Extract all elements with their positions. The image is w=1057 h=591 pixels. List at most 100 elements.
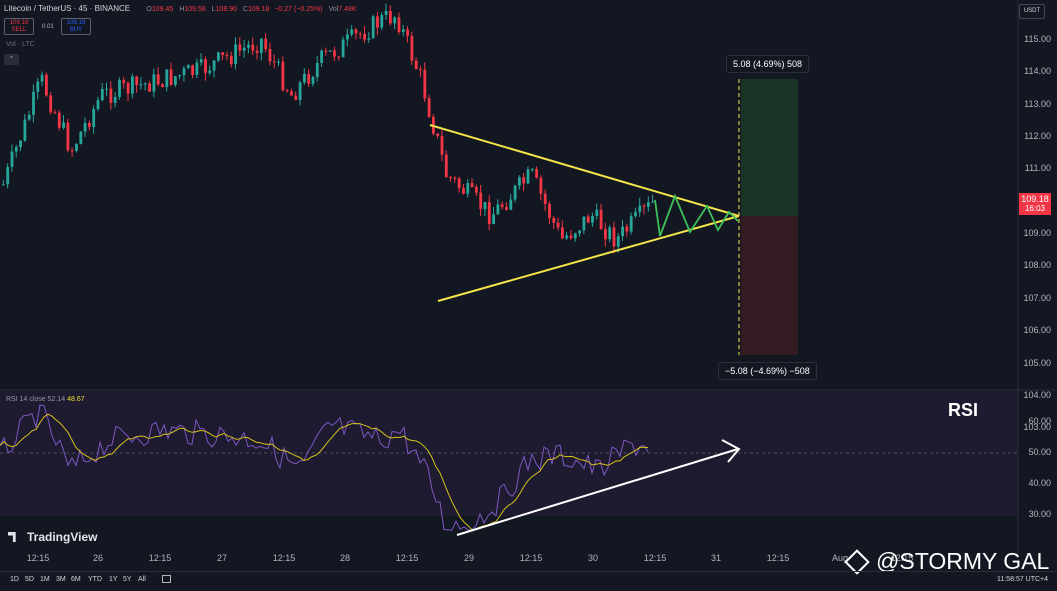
- candle-body: [2, 184, 5, 186]
- candle-body: [526, 169, 530, 184]
- candle-body: [169, 69, 173, 85]
- candle-body: [66, 122, 70, 151]
- clock: 11:58:57 UTC+4: [997, 576, 1049, 583]
- candle-body: [363, 33, 366, 40]
- price-tick: 114.00: [1024, 66, 1051, 77]
- tradingview-logo[interactable]: TradingView: [8, 530, 97, 544]
- candle-body: [88, 122, 91, 128]
- price-tick: 115.00: [1024, 34, 1051, 44]
- candle-body: [126, 83, 130, 94]
- candle-body: [604, 229, 607, 240]
- candle-body: [96, 100, 100, 110]
- candle-body: [268, 49, 272, 62]
- range-button[interactable]: 1D: [10, 576, 19, 583]
- candle-body: [14, 147, 18, 152]
- range-button[interactable]: 1Y: [109, 576, 118, 583]
- candle-body: [487, 201, 491, 225]
- range-button[interactable]: YTD: [88, 576, 102, 583]
- candle-body: [414, 60, 418, 69]
- time-tick: 12:15: [519, 553, 543, 563]
- candle-body: [27, 114, 31, 120]
- candle-body: [122, 80, 126, 84]
- candle-body: [389, 10, 392, 24]
- candle-body: [75, 144, 78, 151]
- candle-body: [32, 91, 35, 115]
- range-button[interactable]: 5D: [25, 576, 34, 583]
- candle-body: [406, 29, 409, 36]
- price-tick: 106.00: [1023, 325, 1051, 336]
- candle-body: [131, 76, 134, 94]
- candle-body: [552, 218, 556, 223]
- candle-body: [462, 187, 465, 194]
- candle-body: [118, 80, 121, 97]
- time-tick: 12:15: [148, 553, 172, 563]
- candle-body: [397, 17, 401, 32]
- candle-body: [182, 68, 186, 76]
- rsi-annotation: RSI: [948, 400, 979, 420]
- candle-body: [10, 151, 14, 168]
- time-tick: 31: [710, 553, 722, 563]
- candle-body: [561, 227, 564, 239]
- target-label[interactable]: 5.08 (4.69%) 508: [726, 55, 810, 73]
- candle-body: [57, 112, 61, 128]
- rsi-tick: 40.00: [1028, 478, 1051, 488]
- candle-body: [393, 17, 397, 24]
- projected-zigzag: [654, 193, 739, 237]
- candle-body: [195, 62, 199, 75]
- candle-body: [616, 236, 620, 247]
- candle-body: [328, 50, 332, 52]
- candle-body: [582, 216, 586, 231]
- candle-body: [204, 59, 207, 74]
- symbol-title[interactable]: Litecoin / TetherUS · 45 · BINANCE: [4, 4, 130, 13]
- range-button[interactable]: 3M: [56, 576, 66, 583]
- candle-body: [105, 88, 108, 90]
- candle-body: [294, 95, 298, 100]
- spread-value: 0.01: [42, 24, 54, 30]
- price-chart[interactable]: [0, 0, 1057, 590]
- buy-button[interactable]: 109.19 BUY: [61, 18, 91, 35]
- candle-body: [548, 204, 551, 219]
- date-range-icon[interactable]: [162, 575, 171, 583]
- candle-body: [303, 73, 306, 83]
- candle-body: [638, 205, 642, 212]
- candle-body: [578, 230, 581, 234]
- stop-label[interactable]: −5.08 (−4.69%) −508: [718, 362, 817, 380]
- currency-selector[interactable]: USDT: [1019, 4, 1045, 19]
- candle-body: [350, 29, 354, 35]
- candle-body: [156, 74, 160, 85]
- candle-body: [165, 69, 169, 87]
- candle-body: [543, 193, 547, 205]
- candle-body: [367, 38, 371, 40]
- sell-button[interactable]: 109.18 SELL: [4, 18, 34, 35]
- range-button[interactable]: 5Y: [123, 576, 132, 583]
- candle-body: [277, 61, 280, 63]
- range-button[interactable]: 1M: [40, 576, 50, 583]
- candle-body: [251, 44, 255, 51]
- candle-body: [629, 216, 633, 232]
- candle-body: [221, 52, 225, 56]
- candle-body: [225, 55, 229, 57]
- tradingview-icon: [8, 532, 16, 542]
- candle-body: [242, 47, 246, 51]
- candle-body: [79, 131, 83, 145]
- candle-body: [186, 65, 190, 69]
- candle-body: [174, 76, 177, 85]
- candle-body: [109, 88, 113, 103]
- candle-body: [440, 135, 444, 155]
- candle-body: [92, 109, 96, 128]
- candle-body: [612, 227, 616, 247]
- rsi-legend[interactable]: RSI 14 close 52.14 48.67: [6, 396, 85, 403]
- candle-body: [380, 14, 384, 28]
- collapse-indicators-button[interactable]: ⌃: [4, 54, 19, 65]
- candle-body: [444, 154, 448, 178]
- time-tick: 29: [463, 553, 475, 563]
- candle-body: [535, 169, 538, 178]
- candle-body: [152, 74, 156, 92]
- candle-body: [586, 216, 590, 223]
- range-button[interactable]: All: [138, 576, 146, 583]
- range-button[interactable]: 6M: [71, 576, 81, 583]
- candle-body: [333, 50, 336, 57]
- volume-indicator-label[interactable]: Vol · LTC: [6, 41, 35, 48]
- candle-body: [509, 199, 513, 210]
- candle-body: [208, 70, 212, 74]
